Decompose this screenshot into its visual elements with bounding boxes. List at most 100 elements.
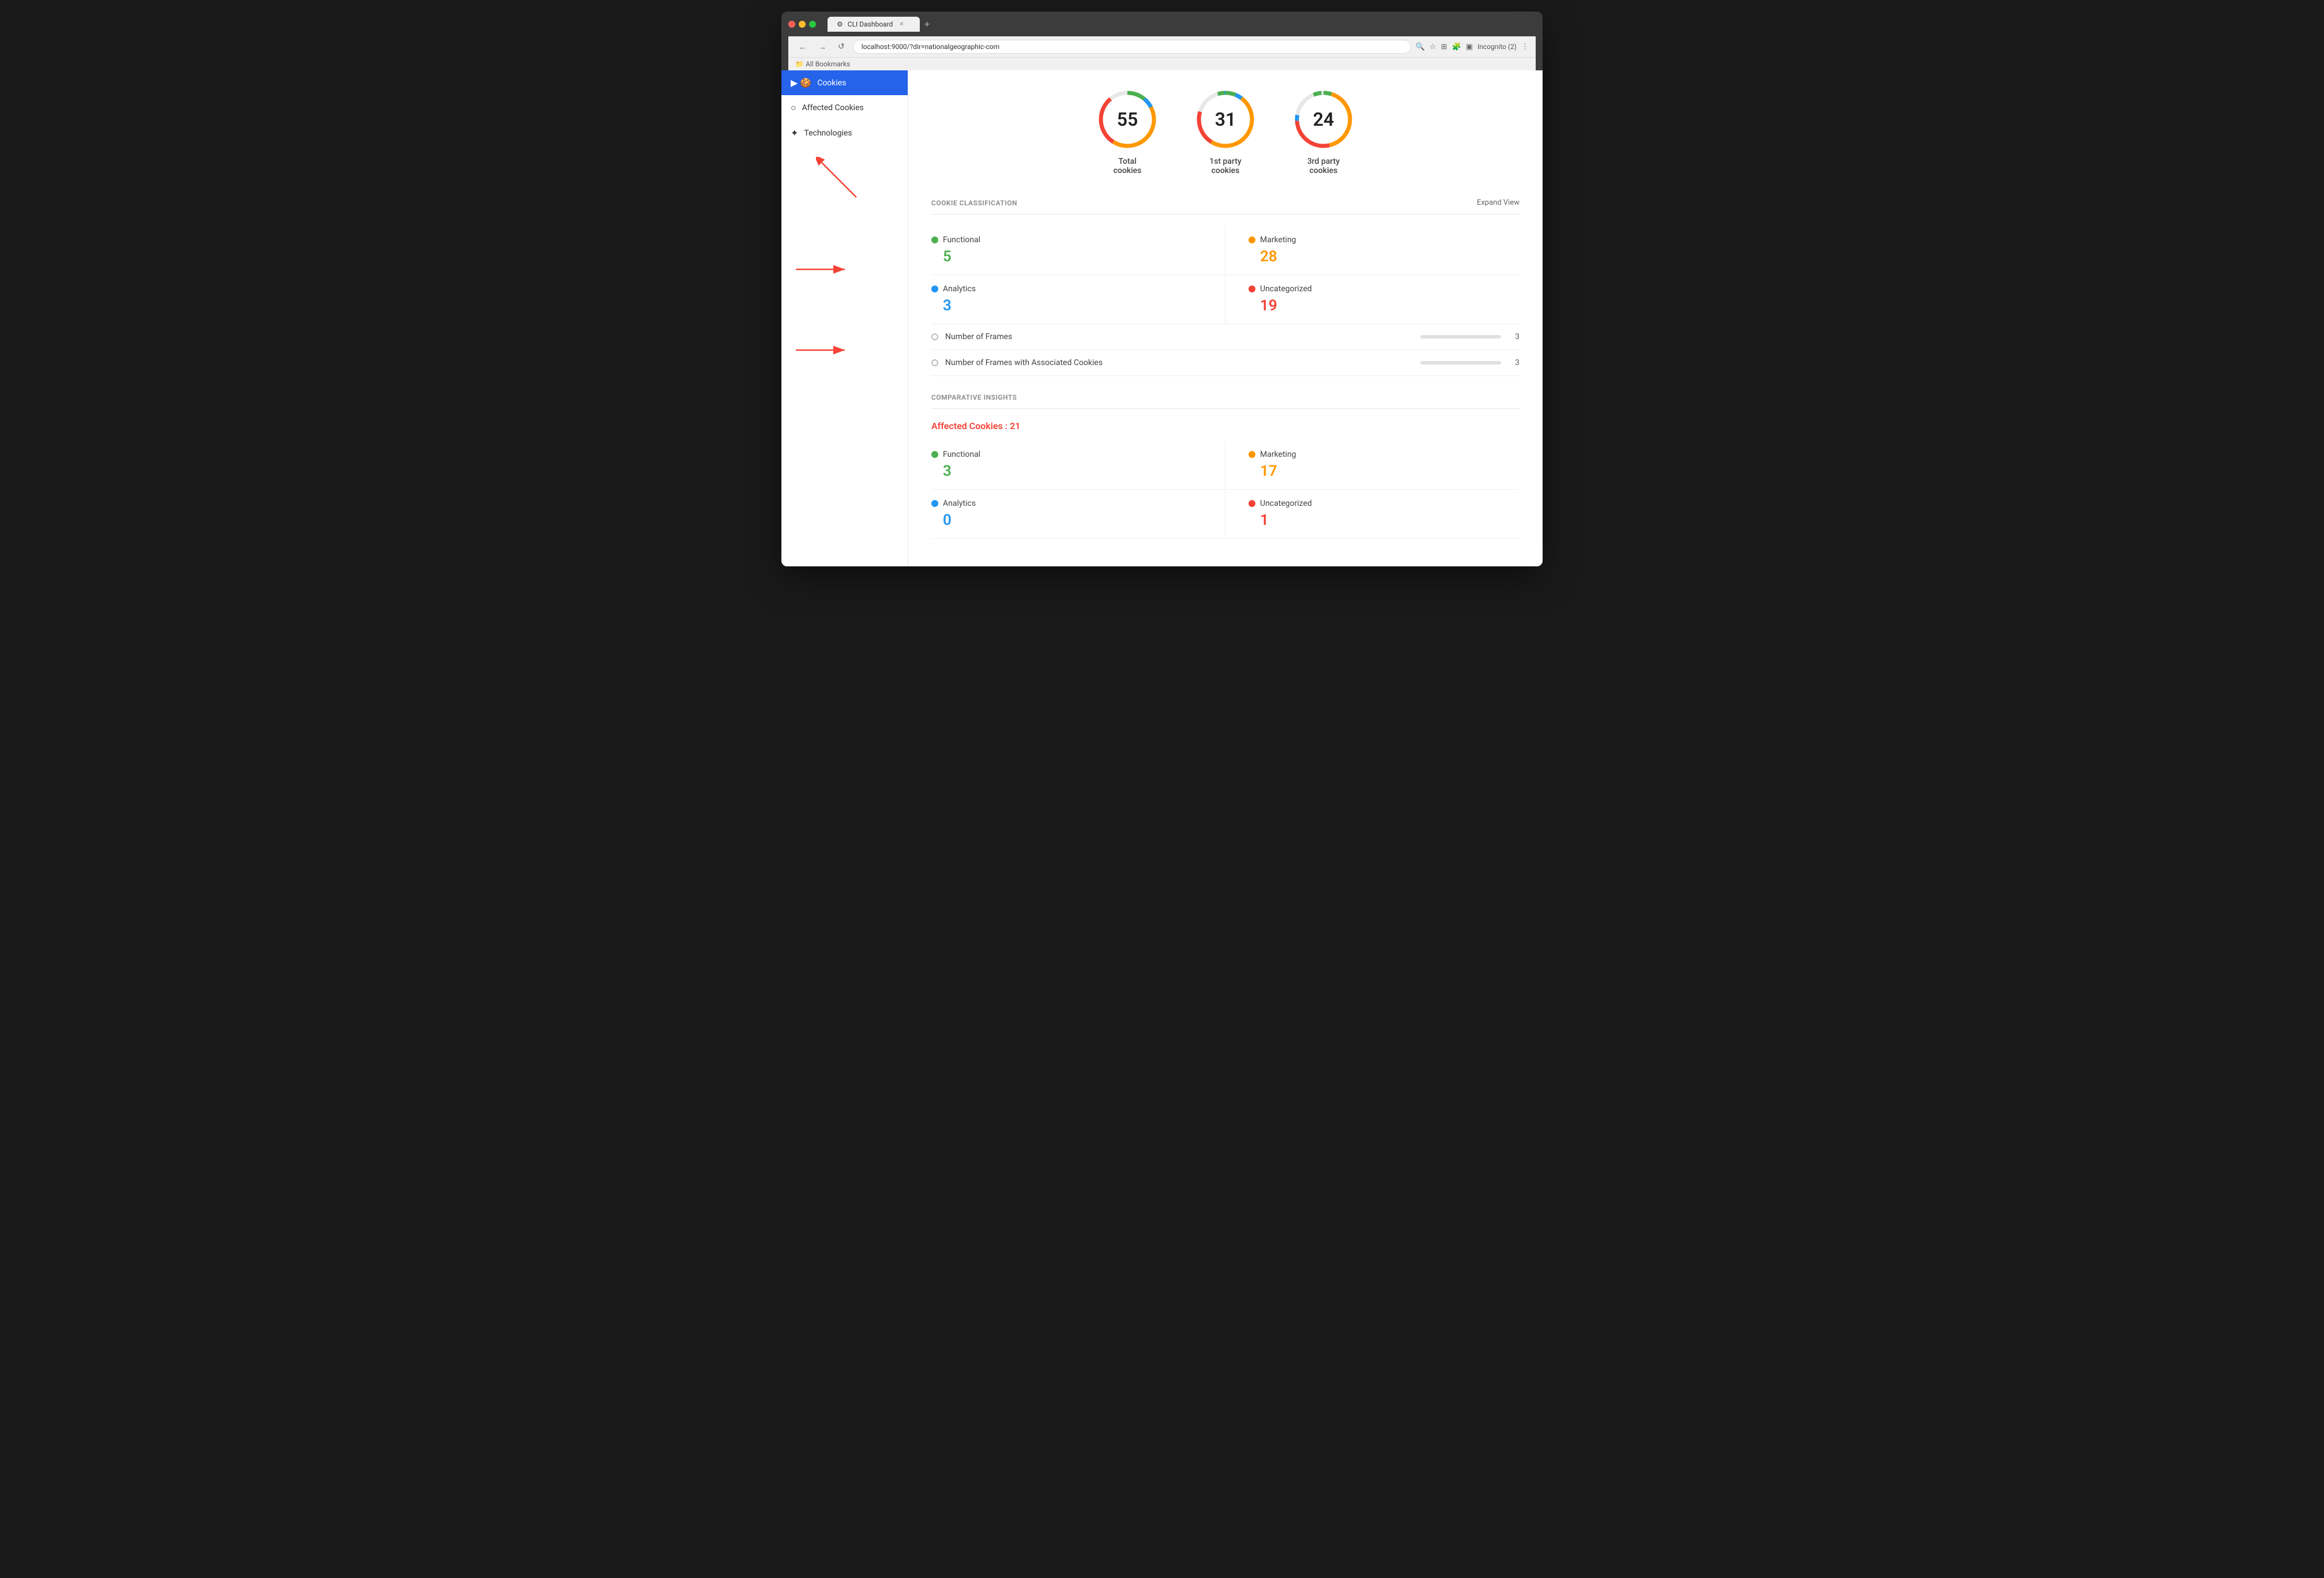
- third-party-value: 24: [1313, 108, 1334, 130]
- cookie-classification-section: COOKIE CLASSIFICATION Expand View Functi…: [931, 198, 1520, 376]
- frames-1-bar: [1420, 335, 1501, 339]
- sidebar: ▶ 🍪 Cookies ○ Affected Cookies ✦ Technol…: [781, 70, 908, 566]
- frames-1-value: 3: [1508, 332, 1520, 341]
- comp-analytics-text: Analytics: [943, 499, 976, 508]
- marketing-text: Marketing: [1260, 235, 1296, 245]
- tab-title: CLI Dashboard: [848, 20, 893, 28]
- bookmarks-label: All Bookmarks: [806, 60, 850, 68]
- comp-analytics-value: 0: [931, 512, 1202, 529]
- classification-title: COOKIE CLASSIFICATION: [931, 199, 1017, 207]
- incognito-label: Incognito (2): [1477, 43, 1517, 51]
- arrow-up-left: [816, 157, 862, 203]
- affected-cookies-icon: ○: [791, 102, 796, 114]
- sidebar-item-cookies-label: Cookies: [817, 78, 846, 88]
- sidebar-item-technologies[interactable]: ✦ Technologies: [781, 121, 908, 145]
- browser-controls: ⚙ CLI Dashboard ✕ +: [788, 16, 1536, 32]
- classification-uncategorized: Uncategorized 19: [1225, 275, 1520, 324]
- frames-row-1: Number of Frames 3: [931, 324, 1520, 350]
- affected-cookies-label: Affected Cookies : 21: [931, 420, 1520, 431]
- cookies-icon: ▶ 🍪: [791, 77, 811, 88]
- traffic-lights: [788, 21, 816, 28]
- browser-toolbar: ← → ↺ localhost:9000/?dir=nationalgeogra…: [788, 36, 1536, 57]
- app-container: ▶ 🍪 Cookies ○ Affected Cookies ✦ Technol…: [781, 70, 1543, 566]
- analytics-label: Analytics: [931, 284, 1202, 294]
- frames-row-2: Number of Frames with Associated Cookies…: [931, 350, 1520, 376]
- frames-2-label: Number of Frames with Associated Cookies: [945, 358, 1413, 367]
- comp-marketing-dot: [1249, 451, 1255, 458]
- address-bar[interactable]: localhost:9000/?dir=nationalgeographic-c…: [853, 40, 1411, 54]
- comparative-header: COMPARATIVE INSIGHTS: [931, 393, 1520, 409]
- comp-marketing-value: 17: [1249, 463, 1520, 480]
- back-button[interactable]: ←: [795, 41, 810, 53]
- forward-button[interactable]: →: [815, 41, 830, 53]
- classification-grid: Functional 5 Marketing 28: [931, 226, 1520, 324]
- technologies-icon: ✦: [791, 127, 798, 138]
- frames-1-label: Number of Frames: [945, 332, 1413, 341]
- comp-uncategorized-value: 1: [1249, 512, 1520, 529]
- extensions-icon[interactable]: 🧩: [1452, 43, 1461, 51]
- comp-marketing: Marketing 17: [1225, 441, 1520, 490]
- comp-marketing-label: Marketing: [1249, 450, 1520, 459]
- classification-marketing: Marketing 28: [1225, 226, 1520, 275]
- analytics-text: Analytics: [943, 284, 976, 294]
- analytics-value: 3: [931, 297, 1202, 314]
- third-party-label: 3rd partycookies: [1292, 157, 1355, 175]
- frames-1-dot: [931, 333, 938, 340]
- comp-analytics-label: Analytics: [931, 499, 1202, 508]
- browser-chrome: ⚙ CLI Dashboard ✕ + ← → ↺ localhost:9000…: [781, 12, 1543, 70]
- comparative-grid: Functional 3 Marketing 17: [931, 441, 1520, 539]
- stat-third-party: 24 3rd partycookies: [1292, 88, 1355, 175]
- tab-close-button[interactable]: ✕: [897, 20, 905, 28]
- toolbar-actions: 🔍 ☆ ⊞ 🧩 ▣ Incognito (2) ⋮: [1416, 43, 1529, 51]
- fullscreen-button[interactable]: [809, 21, 816, 28]
- stats-row: 55 Totalcookies: [931, 88, 1520, 175]
- screenshot-icon[interactable]: ⊞: [1441, 43, 1447, 51]
- sidebar-item-technologies-label: Technologies: [804, 129, 852, 138]
- comp-functional-dot: [931, 451, 938, 458]
- arrow-area: [781, 145, 908, 376]
- arrow-right-2: [793, 341, 851, 359]
- comparative-title: COMPARATIVE INSIGHTS: [931, 393, 1017, 401]
- marketing-label: Marketing: [1249, 235, 1520, 245]
- new-tab-button[interactable]: +: [920, 16, 934, 32]
- active-tab[interactable]: ⚙ CLI Dashboard ✕: [828, 17, 920, 32]
- first-party-value: 31: [1215, 108, 1236, 130]
- functional-label: Functional: [931, 235, 1202, 245]
- first-party-circle: 31: [1194, 88, 1257, 151]
- third-party-circle: 24: [1292, 88, 1355, 151]
- close-button[interactable]: [788, 21, 795, 28]
- frames-2-dot: [931, 359, 938, 366]
- classification-functional: Functional 5: [931, 226, 1225, 275]
- minimize-button[interactable]: [799, 21, 806, 28]
- sidebar-item-cookies[interactable]: ▶ 🍪 Cookies: [781, 70, 908, 95]
- comp-functional-label: Functional: [931, 450, 1202, 459]
- comp-marketing-text: Marketing: [1260, 450, 1296, 459]
- main-content: 55 Totalcookies: [908, 70, 1543, 566]
- browser-window: ⚙ CLI Dashboard ✕ + ← → ↺ localhost:9000…: [781, 12, 1543, 566]
- menu-icon[interactable]: ⋮: [1521, 43, 1529, 51]
- marketing-dot: [1249, 236, 1255, 243]
- bookmark-star-icon[interactable]: ☆: [1430, 43, 1436, 51]
- uncategorized-text: Uncategorized: [1260, 284, 1312, 294]
- tab-bar: ⚙ CLI Dashboard ✕ +: [828, 16, 1520, 32]
- stat-total-cookies: 55 Totalcookies: [1096, 88, 1159, 175]
- classification-header: COOKIE CLASSIFICATION Expand View: [931, 198, 1520, 215]
- uncategorized-dot: [1249, 285, 1255, 292]
- tab-icon: ⚙: [837, 20, 843, 28]
- total-cookies-label: Totalcookies: [1096, 157, 1159, 175]
- comparative-insights-section: COMPARATIVE INSIGHTS Affected Cookies : …: [931, 393, 1520, 539]
- frames-2-value: 3: [1508, 358, 1520, 367]
- refresh-button[interactable]: ↺: [834, 41, 848, 52]
- comp-functional-text: Functional: [943, 450, 980, 459]
- first-party-label: 1st partycookies: [1194, 157, 1257, 175]
- bookmarks-bar: 📁 All Bookmarks: [788, 57, 1536, 70]
- comp-uncategorized-dot: [1249, 500, 1255, 507]
- comp-analytics: Analytics 0: [931, 490, 1225, 539]
- sidebar-item-affected-cookies[interactable]: ○ Affected Cookies: [781, 95, 908, 121]
- stat-first-party: 31 1st partycookies: [1194, 88, 1257, 175]
- zoom-icon[interactable]: 🔍: [1416, 43, 1425, 51]
- classification-analytics: Analytics 3: [931, 275, 1225, 324]
- sidebar-toggle-icon[interactable]: ▣: [1466, 43, 1473, 51]
- analytics-dot: [931, 285, 938, 292]
- expand-view-button[interactable]: Expand View: [1477, 198, 1520, 207]
